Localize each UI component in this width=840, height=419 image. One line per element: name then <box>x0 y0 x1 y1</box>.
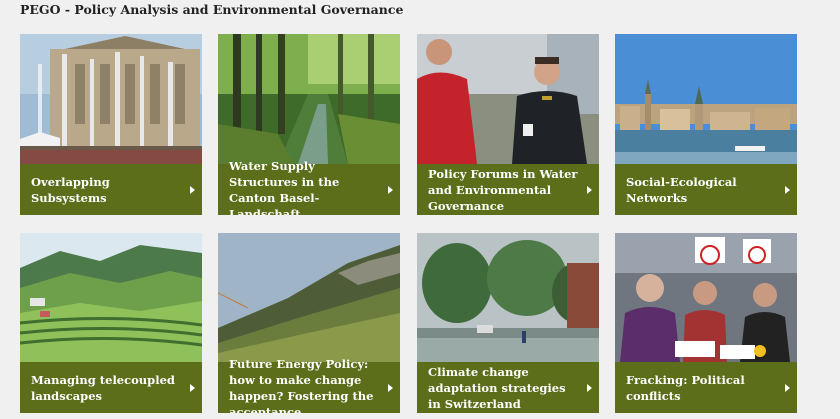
chevron-right-icon <box>190 383 195 392</box>
tile-climate-change-adaptation[interactable]: Climate change adaptation strategies in … <box>417 233 599 413</box>
chevron-right-icon <box>190 185 195 194</box>
tile-caption: Climate change adaptation strategies in … <box>417 362 599 413</box>
tile-label: Managing telecoupled landscapes <box>31 372 175 403</box>
tile-label: Social-Ecological Networks <box>626 174 737 205</box>
tile-future-energy-policy[interactable]: Future Energy Policy: how to make change… <box>218 233 400 413</box>
tile-caption: Water Supply Structures in the Canton Ba… <box>218 159 400 215</box>
page-title: PEGO - Policy Analysis and Environmental… <box>20 2 404 17</box>
tile-label: Fracking: Political conflicts <box>626 372 745 403</box>
chevron-right-icon <box>388 185 393 194</box>
tile-image-mountain-slope <box>218 233 400 362</box>
tile-label: Future Energy Policy: how to make change… <box>229 356 374 414</box>
tile-caption: Overlapping Subsystems <box>20 164 202 215</box>
tile-caption: Future Energy Policy: how to make change… <box>218 357 400 413</box>
tile-image-zurich <box>615 34 797 164</box>
tile-water-supply-structures[interactable]: Water Supply Structures in the Canton Ba… <box>218 34 400 215</box>
tile-fracking-political-conflicts[interactable]: Fracking: Political conflicts <box>615 233 797 413</box>
tile-image-protest <box>615 233 797 362</box>
chevron-right-icon <box>587 185 592 194</box>
tile-label: Policy Forums in Water and Environmental… <box>428 166 578 213</box>
chevron-right-icon <box>785 185 790 194</box>
chevron-right-icon <box>388 383 393 392</box>
chevron-right-icon <box>587 383 592 392</box>
tile-image-forest-stream <box>218 34 400 164</box>
tile-managing-telecoupled-landscapes[interactable]: Managing telecoupled landscapes <box>20 233 202 413</box>
tile-social-ecological-networks[interactable]: Social-Ecological Networks <box>615 34 797 215</box>
tile-policy-forums[interactable]: Policy Forums in Water and Environmental… <box>417 34 599 215</box>
tile-label: Climate change adaptation strategies in … <box>428 364 566 411</box>
tile-image-tea-plantation <box>20 233 202 362</box>
tile-caption: Policy Forums in Water and Environmental… <box>417 164 599 215</box>
tile-image-two-men <box>417 34 599 164</box>
tile-caption: Fracking: Political conflicts <box>615 362 797 413</box>
chevron-right-icon <box>785 383 790 392</box>
tile-image-fountains <box>20 34 202 164</box>
tile-overlapping-subsystems[interactable]: Overlapping Subsystems <box>20 34 202 215</box>
tile-caption: Social-Ecological Networks <box>615 164 797 215</box>
tile-label: Overlapping Subsystems <box>31 174 110 205</box>
tile-label: Water Supply Structures in the Canton Ba… <box>229 158 340 216</box>
tile-image-flooded-street <box>417 233 599 362</box>
tile-caption: Managing telecoupled landscapes <box>20 362 202 413</box>
